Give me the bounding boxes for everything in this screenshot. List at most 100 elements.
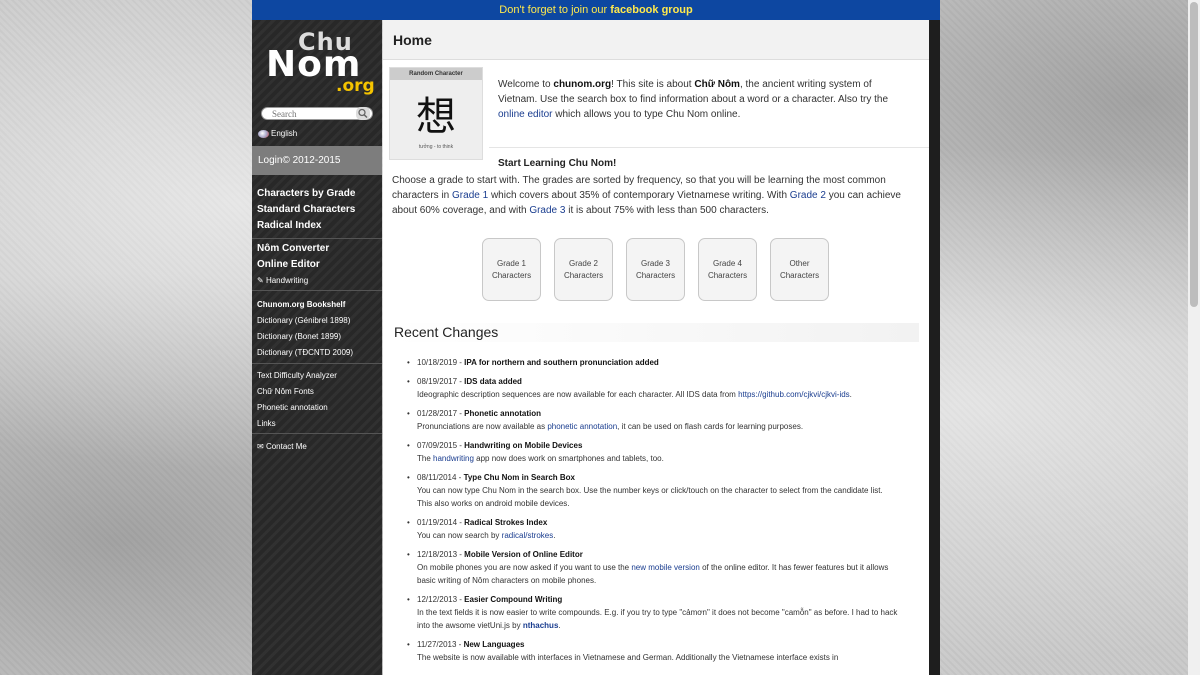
nav-radical-index[interactable]: Radical Index [252,218,382,234]
welcome-text: Welcome to chunom.org! This site is abou… [498,77,908,122]
bullet-icon: • [407,640,410,649]
learn-text: Choose a grade to start with. The grades… [392,173,917,218]
nav-characters-by-grade[interactable]: Characters by Grade [252,186,382,202]
grade-4-button[interactable]: Grade 4 Characters [698,238,757,301]
change-body-text: On mobile phones you are now asked if yo… [417,563,632,572]
facebook-banner[interactable]: Don't forget to join our facebook group [252,0,940,20]
search-input[interactable] [272,108,356,119]
change-title: Radical Strokes Index [464,518,548,527]
logo-org: .org [336,76,375,96]
language-selector[interactable]: English [258,129,297,138]
online-editor-link[interactable]: online editor [498,109,552,120]
scrollbar-thumb[interactable] [1190,2,1198,307]
change-body-text: . [849,390,852,399]
bullet-icon: • [407,550,410,559]
grade-2-button[interactable]: Grade 2 Characters [554,238,613,301]
learn-heading: Start Learning Chu Nom! [498,158,617,169]
nav-bookshelf[interactable]: Chunom.org Bookshelf [252,297,382,313]
change-body: The website is now available with interf… [417,653,839,662]
language-label: English [271,129,298,138]
change-title: Mobile Version of Online Editor [464,550,583,559]
change-date: 08/19/2017 [417,377,458,386]
nav-handwriting[interactable]: ✎ Handwriting [252,273,382,289]
mobile-version-link[interactable]: new mobile version [631,563,699,572]
grade-1-link[interactable]: Grade 1 [452,190,488,201]
change-date: 11/27/2013 [417,640,457,649]
banner-link[interactable]: facebook group [610,4,693,16]
change-date: 01/19/2014 [417,518,458,527]
change-body-text: You can now search by [417,531,502,540]
change-body-text: , it can be used on flash cards for lear… [617,422,804,431]
change-body-text: Ideographic description sequences are no… [417,390,739,399]
welcome-part: which allows you to type Chu Nom online. [552,109,741,120]
grade-2-link[interactable]: Grade 2 [790,190,826,201]
random-character-card[interactable]: Random Character 想 tưởng - to think [389,67,483,160]
nav-dictionary-genibrel[interactable]: Dictionary (Génibrel 1898) [252,313,382,329]
learn-part: it is about 75% with less than 500 chara… [565,205,769,216]
nav-contact[interactable]: ✉ Contact Me [252,439,382,455]
main-content: Home Random Character 想 tưởng - to think… [383,20,929,675]
change-title: Phonetic annotation [464,409,542,418]
list-item: • 11/27/2013 - New Languages The website… [407,638,899,664]
list-item: • 07/09/2015 - Handwriting on Mobile Dev… [407,439,899,465]
grade-button-line: Grade 3 [641,259,670,268]
banner-text: Don't forget to join our [499,4,611,16]
search-box [261,107,373,120]
grade-button-line: Other [789,259,810,268]
nav-dictionary-tdcntd[interactable]: Dictionary (TĐCNTD 2009) [252,345,382,361]
login-link[interactable]: Login© 2012-2015 [252,146,382,175]
change-body: You can now search by radical/strokes. [417,529,899,542]
grade-3-button[interactable]: Grade 3 Characters [626,238,685,301]
divider [489,147,929,148]
change-title: Type Chu Nom in Search Box [463,473,575,482]
nav-links[interactable]: Links [252,416,382,432]
welcome-site: chunom.org [553,79,612,90]
change-date: 08/11/2014 [417,473,457,482]
nthachus-link[interactable]: nthachus [523,621,559,630]
change-body-text: . [553,531,556,540]
site-logo[interactable]: Chu Nom .org [266,26,375,98]
change-title: Handwriting on Mobile Devices [464,441,583,450]
grade-button-line: Characters [635,271,676,280]
nav-section-grades: Characters by Grade Standard Characters … [252,186,382,239]
list-item: • 12/18/2013 - Mobile Version of Online … [407,548,899,587]
change-date: 10/18/2019 [417,358,458,367]
list-item: • 10/18/2019 - IPA for northern and sout… [407,358,659,367]
nav-section-contact: ✉ Contact Me [252,439,382,457]
radical-strokes-link[interactable]: radical/strokes [502,531,554,540]
grade-button-line: Grade 2 [569,259,598,268]
cjkvi-ids-link[interactable]: https://github.com/cjkvi/cjkvi-ids [738,390,850,399]
grade-button-line: Grade 1 [497,259,526,268]
grade-button-line: Characters [563,271,604,280]
grade-3-link[interactable]: Grade 3 [529,205,565,216]
page-scrollbar[interactable] [1188,0,1200,675]
nav-section-misc: Text Difficulty Analyzer Chữ Nôm Fonts P… [252,368,382,434]
nav-phonetic-annotation[interactable]: Phonetic annotation [252,400,382,416]
nav-dictionary-bonet[interactable]: Dictionary (Bonet 1899) [252,329,382,345]
learn-part: which covers about 35% of contemporary V… [488,190,790,201]
handwriting-link[interactable]: handwriting [433,454,474,463]
phonetic-annotation-link[interactable]: phonetic annotation [547,422,617,431]
change-date: 12/12/2013 [417,595,458,604]
mail-icon: ✉ [257,442,264,451]
random-character-glyph[interactable]: 想 [390,84,482,142]
flag-icon [258,129,269,138]
change-body-text: The [417,454,434,463]
list-item: • 12/12/2013 - Easier Compound Writing I… [407,595,898,630]
nav-standard-characters[interactable]: Standard Characters [252,202,382,218]
content-edge [929,20,940,675]
nav-text-difficulty[interactable]: Text Difficulty Analyzer [252,368,382,384]
nav-fonts[interactable]: Chữ Nôm Fonts [252,384,382,400]
grade-button-line: Characters [707,271,748,280]
change-body: Pronunciations are now available as phon… [417,420,899,433]
bullet-icon: • [407,409,410,418]
other-characters-button[interactable]: Other Characters [770,238,829,301]
grade-1-button[interactable]: Grade 1 Characters [482,238,541,301]
nav-online-editor[interactable]: Online Editor [252,257,382,273]
nav-contact-label: Contact Me [265,442,307,451]
list-item: • 01/28/2017 - Phonetic annotation Pronu… [407,407,899,433]
nav-section-dictionaries: Chunom.org Bookshelf Dictionary (Génibre… [252,297,382,364]
nav-nom-converter[interactable]: Nôm Converter [252,241,382,257]
pencil-icon: ✎ [257,276,264,285]
search-icon[interactable] [356,107,370,120]
